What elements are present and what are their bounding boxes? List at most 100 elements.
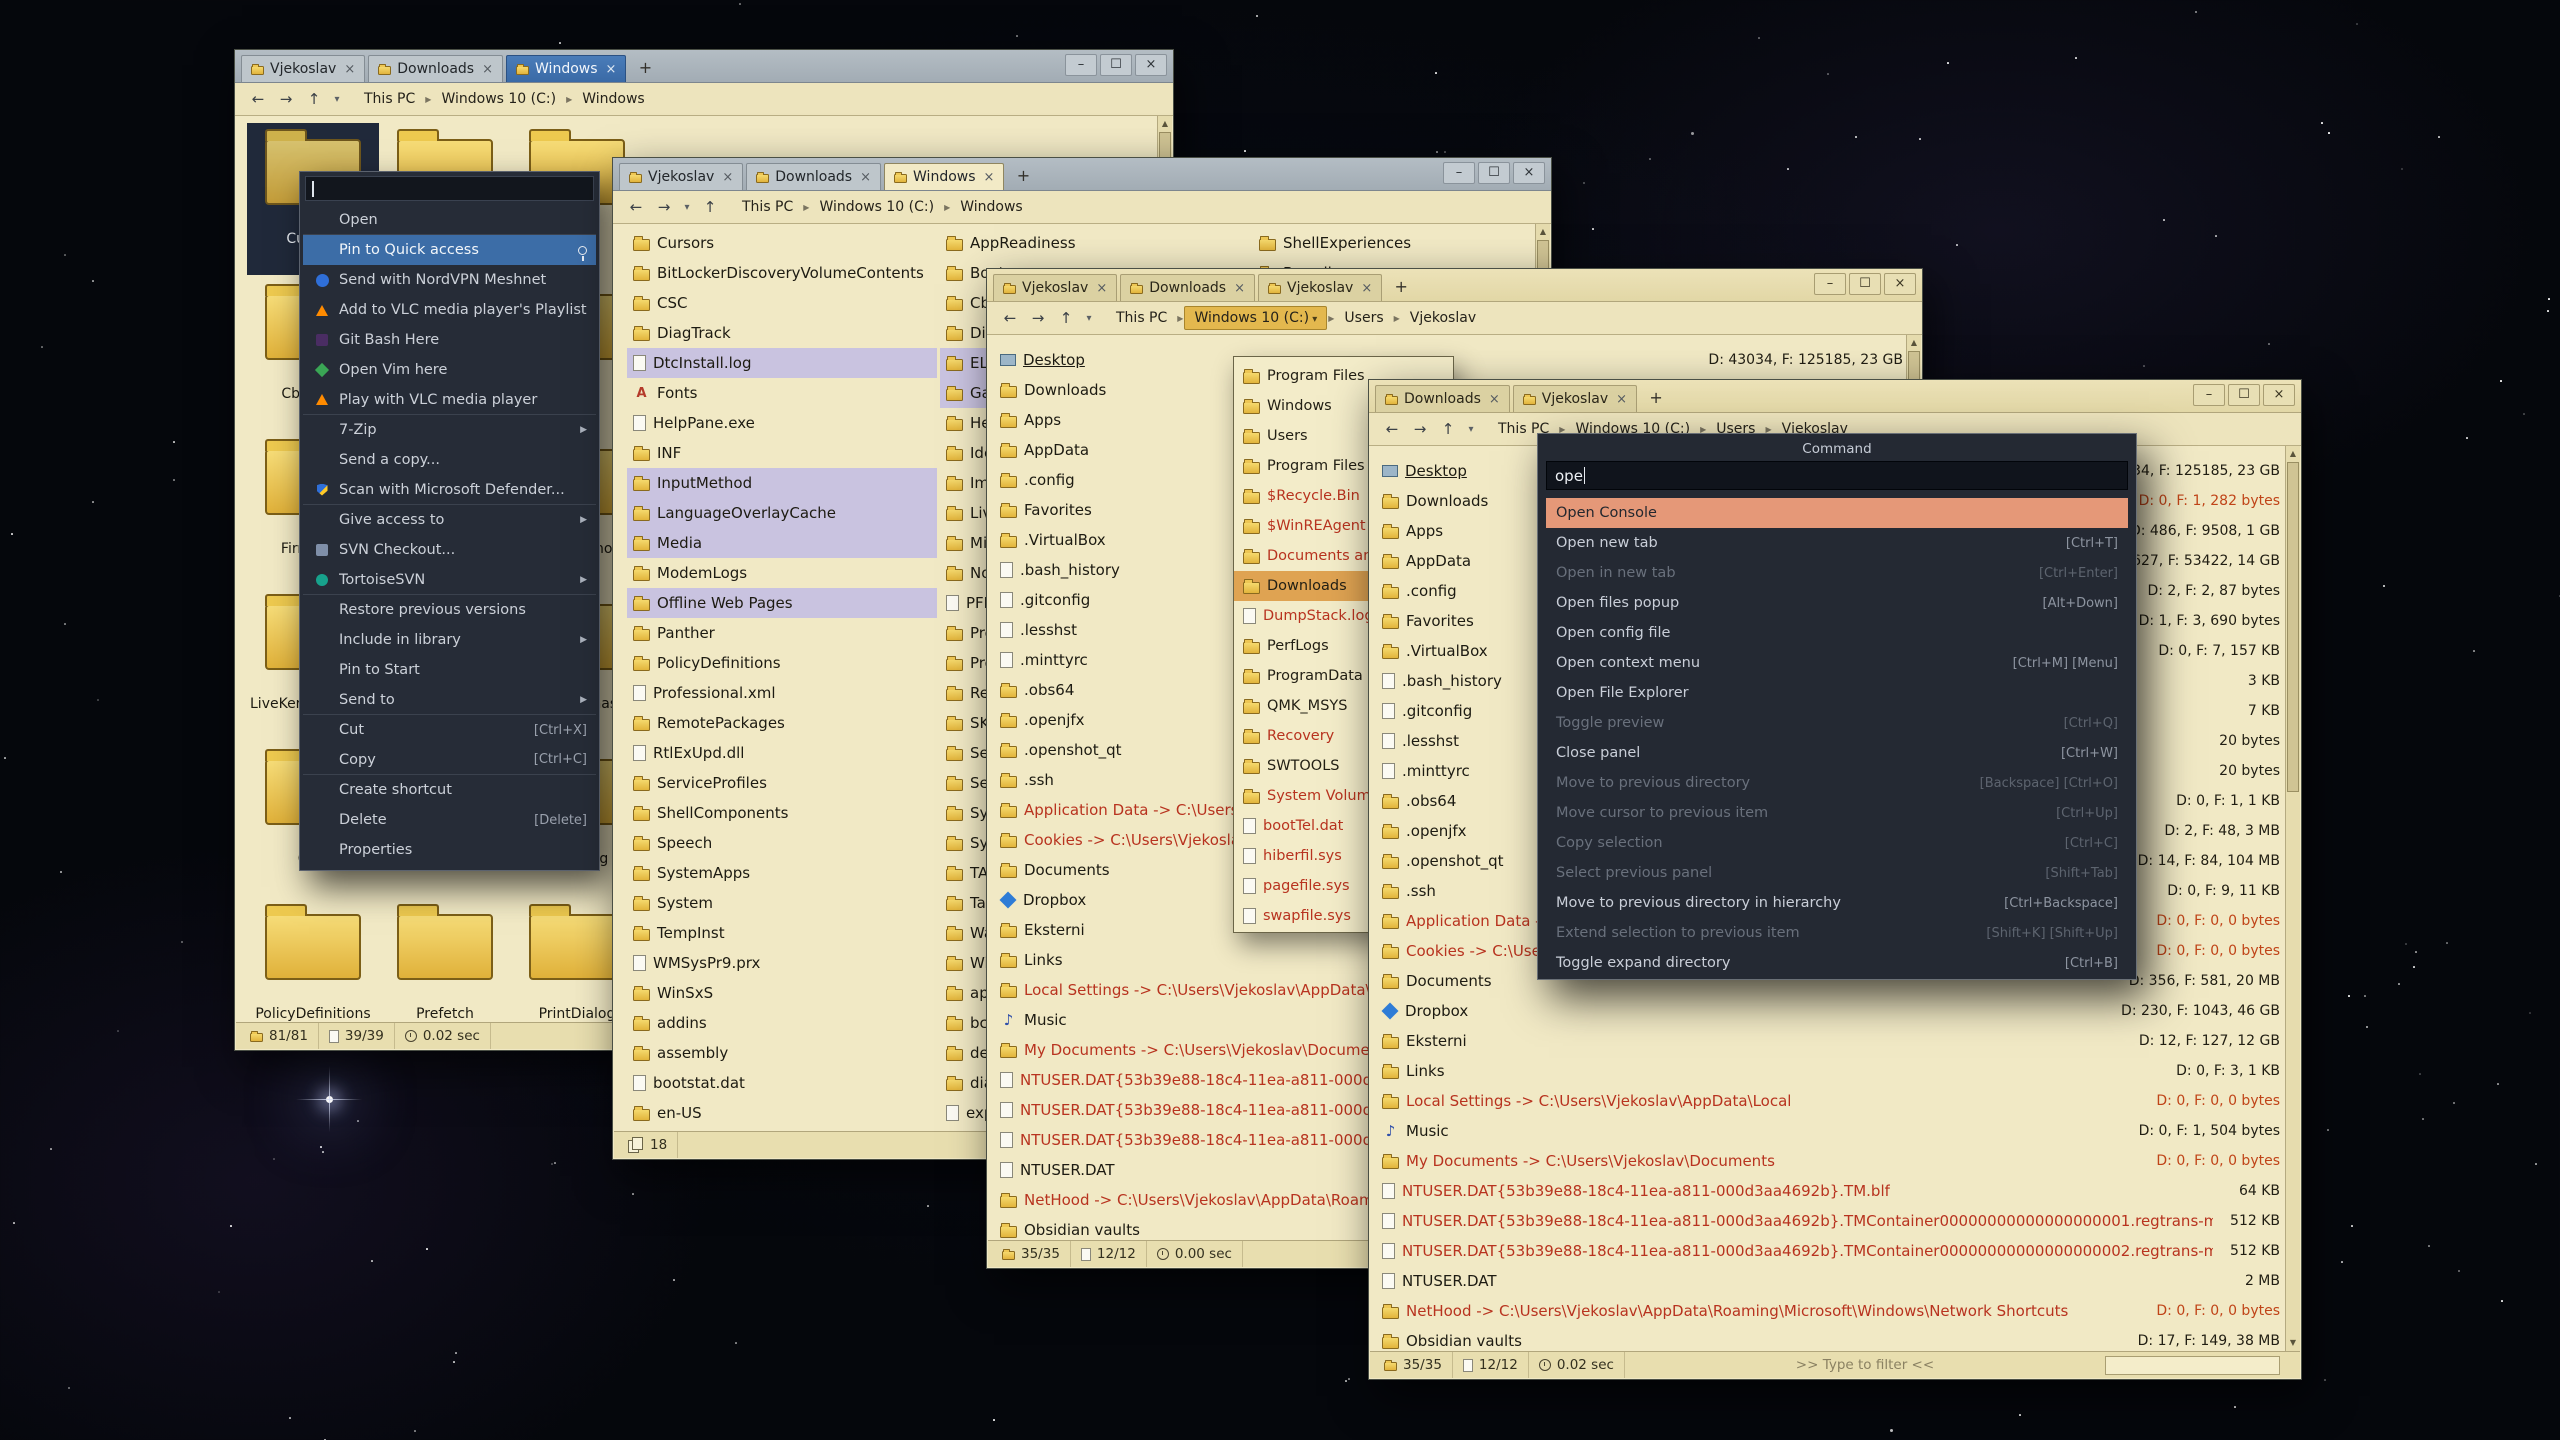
file-row[interactable]: NetHood -> C:\Users\Vjekoslav\AppData\Ro… [1370, 1296, 2280, 1326]
tab-close-icon[interactable]: × [722, 170, 733, 185]
titlebar[interactable]: Vjekoslav×Downloads×Windows×+ – ☐ × [613, 158, 1551, 191]
palette-item[interactable]: Open in new tab[Ctrl+Enter] [1546, 558, 2128, 588]
minimize-button[interactable]: – [1065, 54, 1097, 76]
tab-vjekoslav[interactable]: Vjekoslav× [1258, 274, 1382, 301]
back-button[interactable]: ← [245, 87, 271, 111]
menu-item[interactable]: Send a copy... [303, 445, 596, 475]
file-row[interactable]: PolicyDefinitions [627, 648, 937, 678]
menu-item[interactable]: Pin to Quick access [303, 235, 596, 265]
tab-close-icon[interactable]: × [482, 62, 493, 77]
menu-item[interactable]: Open Vim here [303, 355, 596, 385]
tab-vjekoslav[interactable]: Vjekoslav× [619, 163, 743, 190]
breadcrumb-item[interactable]: Windows 10 (C:) [432, 88, 565, 110]
palette-item[interactable]: Open config file [1546, 618, 2128, 648]
file-row[interactable]: INF [627, 438, 937, 468]
maximize-button[interactable]: ☐ [1478, 162, 1510, 184]
grid-item[interactable]: PolicyDefinitions [247, 898, 379, 1022]
palette-item[interactable]: Open Console [1546, 498, 2128, 528]
palette-item[interactable]: Move to previous directory in hierarchy[… [1546, 888, 2128, 918]
file-row[interactable]: ShellComponents [627, 798, 937, 828]
close-button[interactable]: × [1135, 54, 1167, 76]
breadcrumb-item[interactable]: Vjekoslav [1401, 307, 1485, 329]
history-dropdown-icon[interactable]: ▾ [1463, 417, 1479, 441]
file-row[interactable]: AppReadiness [940, 228, 1250, 258]
tab-windows[interactable]: Windows× [506, 55, 626, 82]
tab-close-icon[interactable]: × [1096, 281, 1107, 296]
file-row[interactable]: NTUSER.DAT{53b39e88-18c4-11ea-a811-000d3… [1370, 1236, 2280, 1266]
menu-item[interactable]: Restore previous versions [303, 595, 596, 625]
file-row[interactable]: Media [627, 528, 937, 558]
close-button[interactable]: × [1513, 162, 1545, 184]
menu-item[interactable]: TortoiseSVN▶ [303, 565, 596, 595]
breadcrumb-item[interactable]: This PC [355, 88, 424, 110]
file-row[interactable]: assembly [627, 1038, 937, 1068]
file-row[interactable]: SystemApps [627, 858, 937, 888]
palette-item[interactable]: Move to previous directory[Backspace] [C… [1546, 768, 2128, 798]
file-row[interactable]: System [627, 888, 937, 918]
tab-windows[interactable]: Windows× [884, 163, 1004, 190]
file-row[interactable]: NTUSER.DAT2 MB [1370, 1266, 2280, 1296]
file-row[interactable]: ShellExperiences [1253, 228, 1550, 258]
menu-item[interactable]: Send with NordVPN Meshnet [303, 265, 596, 295]
forward-button[interactable]: → [273, 87, 299, 111]
scroll-up-icon[interactable]: ▲ [1158, 117, 1172, 131]
file-row[interactable]: LanguageOverlayCache [627, 498, 937, 528]
tab-close-icon[interactable]: × [344, 62, 355, 77]
menu-item[interactable]: Pin to Start [303, 655, 596, 685]
tab-close-icon[interactable]: × [1361, 281, 1372, 296]
scroll-up-icon[interactable]: ▲ [1536, 225, 1550, 239]
up-button[interactable]: ↑ [301, 87, 327, 111]
forward-button[interactable]: → [1407, 417, 1433, 441]
tab-close-icon[interactable]: × [606, 62, 617, 77]
file-row[interactable]: Professional.xml [627, 678, 937, 708]
file-row[interactable]: Cursors [627, 228, 937, 258]
file-row[interactable]: AFonts [627, 378, 937, 408]
file-row[interactable]: DtcInstall.log [627, 348, 937, 378]
back-button[interactable]: ← [623, 195, 649, 219]
file-row[interactable]: bootstat.dat [627, 1068, 937, 1098]
maximize-button[interactable]: ☐ [2228, 384, 2260, 406]
palette-item[interactable]: Toggle preview[Ctrl+Q] [1546, 708, 2128, 738]
back-button[interactable]: ← [1379, 417, 1405, 441]
menu-item[interactable]: Include in library▶ [303, 625, 596, 655]
minimize-button[interactable]: – [2193, 384, 2225, 406]
new-tab-button[interactable]: + [1645, 388, 1667, 410]
file-row[interactable]: NTUSER.DAT{53b39e88-18c4-11ea-a811-000d3… [1370, 1176, 2280, 1206]
titlebar[interactable]: Vjekoslav×Downloads×Windows×+ – ☐ × [235, 50, 1173, 83]
forward-button[interactable]: → [651, 195, 677, 219]
menu-item[interactable]: 7-Zip▶ [303, 415, 596, 445]
new-tab-button[interactable]: + [634, 58, 656, 80]
minimize-button[interactable]: – [1814, 273, 1846, 295]
file-row[interactable]: WinSxS [627, 978, 937, 1008]
menu-item[interactable]: Play with VLC media player [303, 385, 596, 415]
menu-item[interactable]: Give access to▶ [303, 505, 596, 535]
tab-close-icon[interactable]: × [1616, 392, 1627, 407]
palette-search-input[interactable]: ope [1546, 461, 2128, 490]
menu-item[interactable]: Create shortcut [303, 775, 596, 805]
maximize-button[interactable]: ☐ [1100, 54, 1132, 76]
file-row[interactable]: ♪MusicD: 0, F: 1, 504 bytes [1370, 1116, 2280, 1146]
menu-item[interactable]: Send to▶ [303, 685, 596, 715]
palette-item[interactable]: Toggle expand directory[Ctrl+B] [1546, 948, 2128, 978]
menu-filter-input[interactable] [305, 176, 594, 201]
file-row[interactable]: en-US [627, 1098, 937, 1128]
tab-downloads[interactable]: Downloads× [1375, 385, 1510, 412]
menu-item[interactable]: Add to VLC media player's Playlist [303, 295, 596, 325]
tab-downloads[interactable]: Downloads× [746, 163, 881, 190]
file-row[interactable]: DiagTrack [627, 318, 937, 348]
file-row[interactable]: WMSysPr9.prx [627, 948, 937, 978]
breadcrumb-item[interactable]: Windows 10 (C:) ▾ [1184, 306, 1327, 330]
minimize-button[interactable]: – [1443, 162, 1475, 184]
breadcrumb-item[interactable]: This PC [1107, 307, 1176, 329]
breadcrumb-item[interactable]: Users [1335, 307, 1392, 329]
breadcrumb-item[interactable]: Windows [573, 88, 654, 110]
file-row[interactable]: RemotePackages [627, 708, 937, 738]
file-row[interactable]: BitLockerDiscoveryVolumeContents [627, 258, 937, 288]
up-button[interactable]: ↑ [1053, 306, 1079, 330]
tab-close-icon[interactable]: × [1489, 392, 1500, 407]
file-row[interactable]: DropboxD: 230, F: 1043, 46 GB [1370, 996, 2280, 1026]
breadcrumb-item[interactable]: Windows [951, 196, 1032, 218]
file-row[interactable]: NTUSER.DAT{53b39e88-18c4-11ea-a811-000d3… [1370, 1206, 2280, 1236]
file-row[interactable]: Speech [627, 828, 937, 858]
history-dropdown-icon[interactable]: ▾ [329, 87, 345, 111]
